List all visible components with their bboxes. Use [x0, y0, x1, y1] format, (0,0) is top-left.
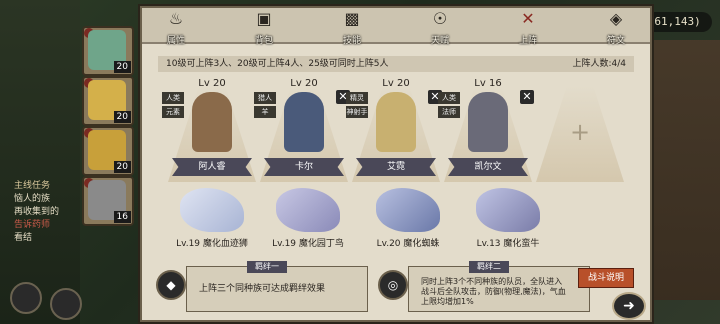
tab-runes[interactable]: ◈ 符文 — [586, 9, 646, 47]
tab-label: 属性 — [166, 36, 185, 46]
party-level: 20 — [113, 161, 131, 173]
menu-button[interactable] — [50, 288, 82, 320]
tab-label: 天赋 — [430, 36, 449, 46]
party-slot[interactable]: 16 — [82, 176, 134, 226]
member-name: 凯尔文 — [448, 158, 528, 176]
member-name: 阿人睿 — [172, 158, 252, 176]
back-arrow-icon[interactable]: ➜ — [612, 292, 646, 320]
member-figure — [192, 92, 232, 152]
member-level: Lv 16 — [474, 78, 502, 89]
member-card[interactable]: Lv 20 精灵 神射手 ✕ 艾霓 — [346, 78, 442, 188]
beast-label: Lv.19 魔化血迹狮 — [176, 239, 248, 249]
bond-one-title: 羁绊一 — [247, 261, 287, 273]
quest-line: 恼人的族 — [14, 194, 51, 204]
lineup-count: 上阵人数:4/4 — [572, 59, 626, 69]
beast-figure — [276, 188, 340, 232]
quest-line: 再收集到的 — [14, 207, 60, 217]
info-bar: 10级可上阵3人、20级可上阵4人、25级可同时上阵5人 上阵人数:4/4 — [158, 56, 634, 72]
class-tag: 羊 — [254, 106, 276, 118]
add-member-icon: + — [569, 118, 591, 146]
beast-figure — [476, 188, 540, 232]
book-icon: ▩ — [344, 9, 360, 28]
tab-label: 技能 — [342, 36, 361, 46]
lineup-rule: 10级可上阵3人、20级可上阵4人、25级可同时上阵5人 — [166, 59, 389, 69]
tab-label: 背包 — [254, 36, 273, 46]
lineup-panel: ♨ 属性 ▣ 背包 ▩ 技能 ☉ 天赋 ✕ 上阵 ◈ 符文 10级可上阵3人、2… — [140, 6, 652, 322]
class-tag: 神射手 — [346, 106, 368, 118]
quest-title: 主线任务 — [14, 181, 51, 191]
race-tag: 人类 — [438, 92, 460, 104]
tab-lineup[interactable]: ✕ 上阵 — [498, 9, 558, 47]
member-card[interactable]: Lv 20 猎人 羊 ✕ 卡尔 — [254, 78, 350, 188]
member-card[interactable]: Lv 20 人类 元素 阿人睿 — [162, 78, 256, 188]
member-name: 卡尔 — [264, 158, 344, 176]
tab-bar: ♨ 属性 ▣ 背包 ▩ 技能 ☉ 天赋 ✕ 上阵 ◈ 符文 — [142, 8, 650, 47]
member-figure — [468, 92, 508, 152]
party-level: 16 — [113, 211, 131, 223]
tab-label: 上阵 — [518, 36, 537, 46]
bond-two-line: 同时上阵3个不同种族的队员，全队进入 — [421, 277, 563, 286]
bond-two-title: 羁绊二 — [469, 261, 509, 273]
member-level: Lv 20 — [382, 78, 410, 89]
party-slot[interactable]: 20 — [82, 76, 134, 126]
class-tag: 元素 — [162, 106, 184, 118]
quest-tracker[interactable]: 主线任务 恼人的族 再收集到的 告诉药师 看结 — [14, 180, 88, 245]
beast-label: Lv.20 魔化蜘蛛 — [376, 239, 440, 249]
remove-member-button[interactable]: ✕ — [520, 90, 534, 104]
race-tag: 猎人 — [254, 92, 276, 104]
quest-line: 看结 — [14, 233, 33, 243]
tab-talent[interactable]: ☉ 天赋 — [410, 9, 470, 47]
bag-icon: ▣ — [256, 9, 272, 28]
beast-figure — [180, 188, 244, 232]
tab-label: 符文 — [606, 36, 625, 46]
beast-slot[interactable]: Lv.19 魔化血迹狮 — [160, 184, 264, 252]
beast-label: Lv.19 魔化园丁鸟 — [272, 239, 344, 249]
race-tag: 人类 — [162, 92, 184, 104]
empty-slot[interactable]: + — [536, 78, 624, 188]
beast-slot[interactable]: Lv.19 魔化园丁鸟 — [256, 184, 360, 252]
flame-icon: ♨ — [168, 9, 184, 28]
member-name: 艾霓 — [356, 158, 436, 176]
eye-icon: ☉ — [432, 9, 448, 28]
chat-button[interactable] — [10, 282, 42, 314]
member-level: Lv 20 — [290, 78, 318, 89]
race-tag: 精灵 — [346, 92, 368, 104]
tab-attributes[interactable]: ♨ 属性 — [146, 9, 206, 47]
quest-line: 告诉药师 — [14, 220, 51, 230]
party-slot[interactable]: 20 — [82, 126, 134, 176]
class-tag: 法师 — [438, 106, 460, 118]
swords-icon: ✕ — [521, 9, 535, 28]
party-level: 20 — [113, 111, 131, 123]
tab-bag[interactable]: ▣ 背包 — [234, 9, 294, 47]
member-figure — [376, 92, 416, 152]
fight-info-button[interactable]: 战斗说明 — [578, 268, 634, 288]
rune-icon: ◈ — [609, 9, 623, 28]
beast-slot[interactable]: Lv.20 魔化蜘蛛 — [356, 184, 460, 252]
tab-skills[interactable]: ▩ 技能 — [322, 9, 382, 47]
bond-two-icon[interactable]: ◎ — [378, 270, 408, 300]
bond-one-panel: 羁绊一 上阵三个同种族可达成羁绊效果 — [186, 261, 368, 312]
party-level: 20 — [113, 61, 131, 73]
background-left — [0, 0, 80, 324]
bond-two-line: 战斗后全队攻击，防御(物理,魔法)，气血 — [421, 287, 566, 296]
bond-one-desc: 上阵三个同种族可达成羁绊效果 — [199, 284, 326, 294]
beast-label: Lv.13 魔化蛮牛 — [476, 239, 540, 249]
party-slot[interactable]: 20 — [82, 26, 134, 76]
member-figure — [284, 92, 324, 152]
member-card[interactable]: Lv 16 人类 法师 ✕ 凯尔文 — [438, 78, 534, 188]
bond-one-icon[interactable]: ◆ — [156, 270, 186, 300]
beast-slot[interactable]: Lv.13 魔化蛮牛 — [456, 184, 560, 252]
member-level: Lv 20 — [198, 78, 226, 89]
beast-figure — [376, 188, 440, 232]
bond-two-panel: 羁绊二 同时上阵3个不同种族的队员，全队进入 战斗后全队攻击，防御(物理,魔法)… — [408, 261, 590, 312]
bond-two-desc: 同时上阵3个不同种族的队员，全队进入 战斗后全队攻击，防御(物理,魔法)，气血 … — [421, 277, 566, 307]
bond-two-line: 上限均增加1% — [421, 297, 474, 306]
